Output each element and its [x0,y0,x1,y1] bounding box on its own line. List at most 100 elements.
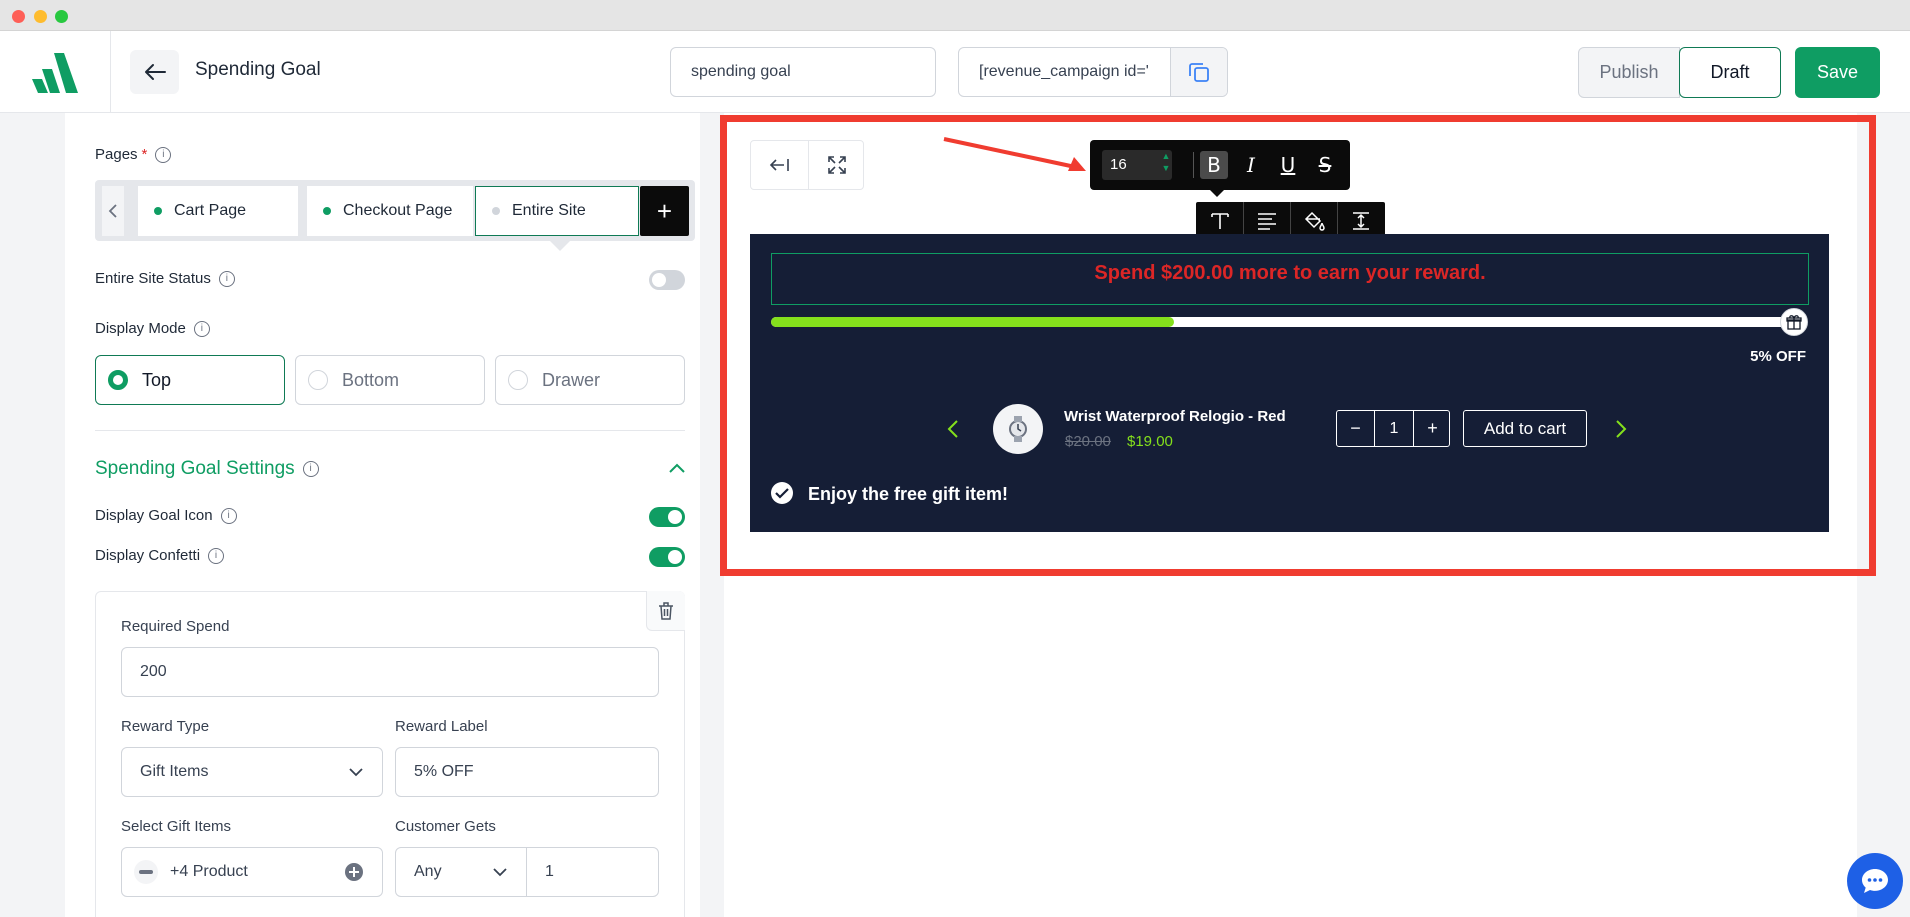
font-size-stepper[interactable]: ▲ ▼ [1160,150,1172,180]
copy-icon [1189,63,1209,82]
display-mode-drawer[interactable]: Drawer [495,355,685,405]
save-button[interactable]: Save [1795,47,1880,98]
maximize-window-icon[interactable] [55,10,68,23]
select-gift-items-field[interactable]: +4 Product [121,847,383,897]
chevron-down-icon [493,868,507,877]
annotation-arrow-icon [943,137,1086,171]
tab-pointer [550,241,570,251]
line-height-icon [1353,212,1369,230]
qty-value[interactable]: 1 [1374,411,1414,446]
entire-site-status-label: Entire Site Status i [95,270,235,288]
reward-label-input[interactable]: 5% OFF [395,747,659,797]
progress-fill [771,317,1174,327]
required-spend-label: Required Spend [121,618,230,635]
goal-message[interactable]: Spend $200.00 more to earn your reward. [771,253,1809,305]
display-confetti-toggle[interactable] [649,547,685,567]
toolbar-pointer [1210,190,1224,197]
add-page-button[interactable]: + [640,186,689,236]
reward-label: 5% OFF [1750,348,1806,365]
radio-icon [108,370,128,390]
quantity-stepper: − 1 + [1336,410,1450,447]
spending-goal-settings-title[interactable]: Spending Goal Settings i [95,458,319,480]
minimize-window-icon[interactable] [34,10,47,23]
tabs-prev-button[interactable] [102,186,124,236]
delete-reward-button[interactable] [646,591,685,631]
watch-icon [1009,416,1027,442]
chat-bubble-icon [1862,869,1888,893]
expand-icon [827,156,846,174]
info-icon[interactable]: i [220,508,237,525]
check-circle-icon [771,482,793,504]
customer-gets-qty-input[interactable]: 1 [526,847,659,897]
chevron-up-icon[interactable] [668,458,686,478]
collapse-panel-button[interactable] [751,141,807,189]
pages-label: Pages * i [95,146,172,164]
status-dot [323,207,331,215]
campaign-name-input[interactable] [670,47,936,97]
add-to-cart-button[interactable]: Add to cart [1463,410,1587,447]
customer-gets-scope-select[interactable]: Any [395,847,527,897]
info-icon[interactable]: i [155,147,172,164]
preview-controls [750,140,864,190]
entire-site-status-toggle[interactable] [649,270,685,290]
page-title: Spending Goal [195,59,321,80]
display-goal-icon-toggle[interactable] [649,507,685,527]
draft-button[interactable]: Draft [1679,47,1781,98]
chevron-left-icon [108,204,117,218]
header-divider [110,31,111,113]
app-header: Spending Goal [revenue_campaign id=' Pub… [0,31,1910,113]
info-icon[interactable]: i [218,271,235,288]
gift-icon [1780,308,1808,336]
required-spend-input[interactable]: 200 [121,647,659,697]
product-old-price: $20.00 [1065,433,1111,450]
status-dot [154,207,162,215]
shortcode-text: [revenue_campaign id=' [979,63,1149,80]
arrow-left-icon [144,64,166,80]
window-titlebar [0,0,1910,31]
italic-button[interactable]: I [1237,151,1265,179]
chat-support-button[interactable] [1847,853,1903,909]
select-gift-items-label: Select Gift Items [121,818,232,835]
bold-button[interactable]: B [1200,151,1228,179]
close-window-icon[interactable] [12,10,25,23]
page-tabs: Cart Page Checkout Page Entire Site + [95,180,695,241]
info-icon[interactable]: i [193,321,210,338]
tab-cart-page[interactable]: Cart Page [138,186,298,236]
product-name: Wrist Waterproof Relogio - Red [1064,408,1286,425]
shortcode-field[interactable]: [revenue_campaign id=' [958,47,1228,97]
copy-shortcode-button[interactable] [1170,48,1227,96]
chevron-down-icon [349,768,363,777]
product-thumbnail-icon [134,860,158,884]
text-icon [1210,213,1229,229]
underline-button[interactable]: U [1274,151,1302,179]
status-dot [492,207,500,215]
qty-plus-button[interactable]: + [1414,411,1451,446]
display-mode-bottom[interactable]: Bottom [295,355,485,405]
reward-type-select[interactable]: Gift Items [121,747,383,797]
reward-label-label: Reward Label [395,718,488,735]
align-left-icon [1258,213,1276,230]
fullscreen-button[interactable] [808,141,864,189]
radio-icon [508,370,528,390]
info-icon[interactable]: i [302,460,319,477]
qty-minus-button[interactable]: − [1337,411,1374,446]
product-new-price: $19.00 [1127,433,1173,450]
radio-icon [308,370,328,390]
tab-checkout-page[interactable]: Checkout Page [307,186,473,236]
display-mode-top[interactable]: Top [95,355,285,405]
display-confetti-label: Display Confetti i [95,547,225,565]
add-circle-icon[interactable] [344,862,364,882]
display-goal-icon-label: Display Goal Icon i [95,507,237,525]
tab-entire-site[interactable]: Entire Site [475,186,639,236]
customer-gets-label: Customer Gets [395,818,496,835]
chevron-left-icon[interactable] [946,418,960,440]
publish-button[interactable]: Publish [1578,47,1680,98]
back-button[interactable] [130,50,179,94]
display-mode-label: Display Mode i [95,320,210,338]
gift-message: Enjoy the free gift item! [808,484,1009,504]
strikethrough-button[interactable]: S [1311,151,1339,179]
info-icon[interactable]: i [208,548,225,565]
paint-bucket-icon [1304,211,1325,231]
section-divider [95,430,685,431]
chevron-right-icon[interactable] [1614,418,1628,440]
